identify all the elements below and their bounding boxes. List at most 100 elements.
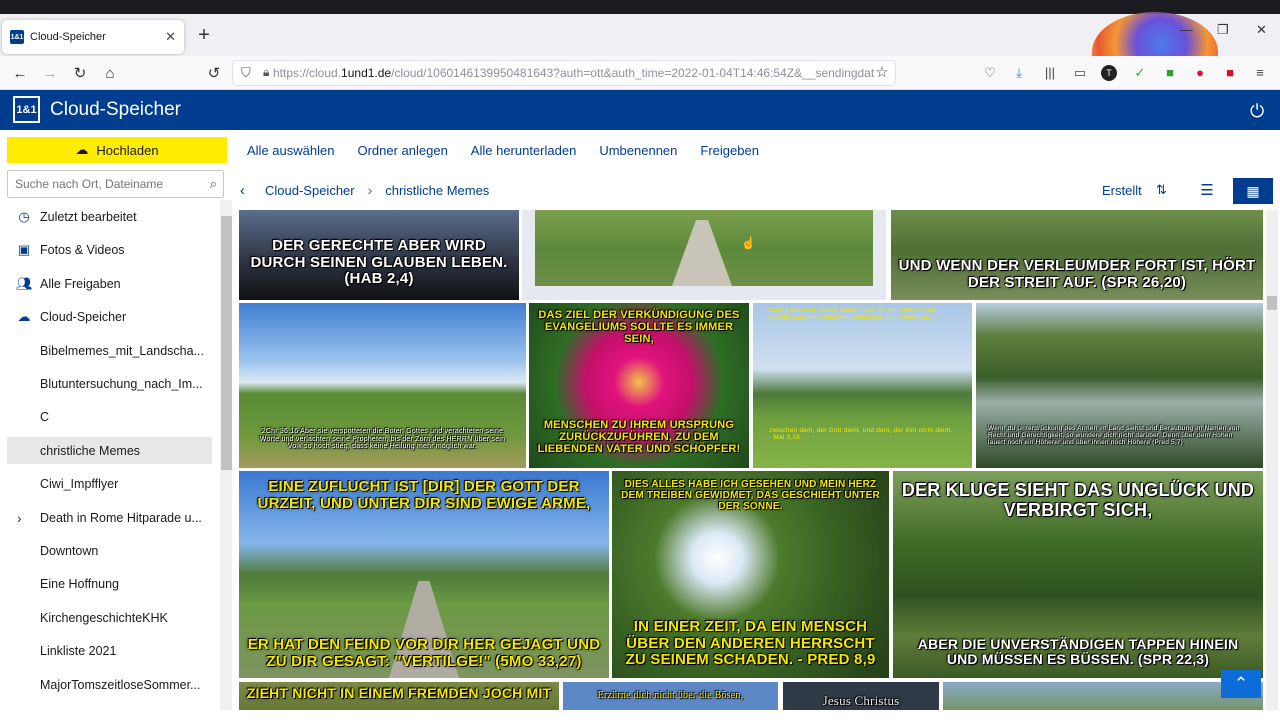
image-thumbnail[interactable]: DER GERECHTE ABER WIRD DURCH SEINEN GLAU… xyxy=(239,210,519,300)
image-thumbnail-selected[interactable] xyxy=(522,210,886,300)
folder-item[interactable]: MajorTomszeitloseSommer... xyxy=(7,671,212,698)
extension-check-icon[interactable]: ✓ xyxy=(1131,65,1149,81)
image-icon: ▣ xyxy=(17,241,31,257)
folder-item[interactable]: Downtown xyxy=(7,537,212,564)
bookmark-star-icon[interactable]: ☆ xyxy=(873,63,891,81)
folder-label: MajorTomszeitloseSommer... xyxy=(40,677,201,692)
folder-label: Linkliste 2021 xyxy=(40,643,117,658)
sort-direction-icon[interactable]: ⇅ xyxy=(1156,182,1167,198)
select-all-button[interactable]: Alle auswählen xyxy=(247,143,334,158)
search-input[interactable] xyxy=(8,171,193,197)
image-thumbnail[interactable]: 2Chr 36,16 Aber sie verspotteten die Bot… xyxy=(239,303,526,468)
extension-red-icon[interactable]: ■ xyxy=(1221,65,1239,81)
close-window-icon[interactable]: ✕ xyxy=(1256,22,1267,38)
image-caption-bottom: ER HAT DEN FEIND VOR DIR HER GEJAGT UND … xyxy=(247,636,601,670)
folder-item[interactable]: Bibelmemes_mit_Landscha... xyxy=(7,337,212,364)
upload-cloud-icon: ☁ xyxy=(75,142,89,157)
image-caption-bottom: IN EINER ZEIT, DA EIN MENSCH ÜBER DEN AN… xyxy=(625,618,876,668)
extension-shield-icon[interactable]: ● xyxy=(1191,65,1209,81)
sidebar-toggle-icon[interactable]: ▭ xyxy=(1071,65,1089,81)
folder-item[interactable]: Blutuntersuchung_nach_Im... xyxy=(7,370,212,397)
folder-label: Downtown xyxy=(40,543,99,558)
url-bar[interactable]: ⛉ 🔒︎ https://cloud.1und1.de/cloud/106014… xyxy=(232,60,896,86)
close-tab-icon[interactable]: ✕ xyxy=(165,29,176,45)
folder-item-expandable[interactable]: › Death in Rome Hitparade u... xyxy=(7,504,212,531)
image-caption: ZIEHT NICHT IN EINEM FREMDEN JOCH MIT xyxy=(246,685,552,701)
search-icon[interactable]: ⌕ xyxy=(210,176,217,192)
folder-item[interactable]: Eine Hoffnung xyxy=(7,570,212,597)
sidebar-item-photos[interactable]: ▣ Fotos & Videos xyxy=(7,236,212,263)
image-caption: 2Chr 36,16 Aber sie verspotteten die Bot… xyxy=(259,428,506,451)
image-thumbnail[interactable] xyxy=(943,682,1263,710)
scroll-to-top-button[interactable]: ⌃ xyxy=(1221,670,1261,698)
brand-logo[interactable]: 1&1 xyxy=(13,96,40,123)
sidebar-item-recent[interactable]: ◷ Zuletzt bearbeitet xyxy=(7,203,212,230)
list-view-icon[interactable]: ☰ xyxy=(1194,180,1220,204)
lock-icon[interactable]: 🔒︎ xyxy=(263,65,269,80)
upload-label: Hochladen xyxy=(96,142,159,158)
maximize-icon[interactable]: ❐ xyxy=(1217,22,1229,38)
browser-tab[interactable]: 1&1 Cloud-Speicher ✕ xyxy=(2,20,184,54)
image-thumbnail[interactable]: DIES ALLES HABE ICH GESEHEN UND MEIN HER… xyxy=(612,471,889,678)
menu-icon[interactable]: ≡ xyxy=(1251,65,1269,81)
sidebar-item-shares[interactable]: 👥︎ Alle Freigaben xyxy=(7,270,212,297)
minimize-icon[interactable]: — xyxy=(1180,22,1193,37)
breadcrumb-current: christliche Memes xyxy=(385,182,490,198)
image-caption: Wenn du Unterdrückung des Armen im Land … xyxy=(988,425,1240,447)
image-thumbnail[interactable]: Dann werdet ihr wieder sehen, was für ei… xyxy=(753,303,972,468)
content-scrollbar[interactable] xyxy=(1266,210,1278,710)
download-icon[interactable]: ⤓ xyxy=(1010,65,1028,81)
image-thumbnail[interactable]: Jesus Christus xyxy=(783,682,939,710)
image-thumbnail[interactable]: DER KLUGE SIEHT DAS UNGLÜCK UND VERBIRGT… xyxy=(893,471,1263,678)
shield-icon[interactable]: ⛉ xyxy=(241,65,251,81)
folder-item[interactable]: Ciwi_Impfflyer xyxy=(7,470,212,497)
rename-button[interactable]: Umbenennen xyxy=(599,143,677,158)
breadcrumb-separator-icon: › xyxy=(367,182,373,198)
sort-label[interactable]: Erstellt xyxy=(1102,183,1142,198)
url-text: https://cloud.1und1.de/cloud/10601461399… xyxy=(273,66,875,80)
sidebar-scrollbar-thumb[interactable] xyxy=(221,216,232,470)
share-button[interactable]: Freigeben xyxy=(700,143,759,158)
upload-button[interactable]: ☁ Hochladen xyxy=(7,137,227,163)
sidebar-item-label: Zuletzt bearbeitet xyxy=(40,209,137,224)
grid-view-icon[interactable]: ▦ xyxy=(1233,178,1273,204)
folder-item-active[interactable]: christliche Memes xyxy=(7,437,212,464)
logout-power-icon[interactable]: ⏻ xyxy=(1250,101,1264,122)
back-icon[interactable]: ← xyxy=(9,62,31,84)
image-caption-bottom: ABER DIE UNVERSTÄNDIGEN TAPPEN HINEIN UN… xyxy=(917,636,1239,668)
image-thumbnail[interactable]: Wenn du Unterdrückung des Armen im Land … xyxy=(976,303,1263,468)
folder-item[interactable]: KirchengeschichteKHK xyxy=(7,604,212,631)
folder-label: christliche Memes xyxy=(40,443,141,458)
folder-item[interactable]: Linkliste 2021 xyxy=(7,637,212,664)
image-thumbnail[interactable]: ZIEHT NICHT IN EINEM FREMDEN JOCH MIT xyxy=(239,682,559,710)
extension-green-icon[interactable]: ■ xyxy=(1161,65,1179,81)
download-all-button[interactable]: Alle herunterladen xyxy=(471,143,577,158)
image-caption: UND WENN DER VERLEUMDER FORT IST, HÖRT D… xyxy=(898,257,1256,291)
sidebar-item-cloud[interactable]: ☁ Cloud-Speicher xyxy=(7,303,212,330)
image-caption: Erzürne dich nicht über die Bösen, xyxy=(597,690,744,701)
library-icon[interactable]: ||| xyxy=(1041,65,1059,81)
folder-item[interactable]: C xyxy=(7,403,212,430)
image-caption-bottom: MENSCHEN ZU IHREM URSPRUNG ZURÜCKZUFÜHRE… xyxy=(537,419,741,456)
new-folder-button[interactable]: Ordner anlegen xyxy=(357,143,447,158)
reload-icon[interactable]: ↻ xyxy=(69,62,91,84)
home-icon[interactable]: ⌂ xyxy=(99,62,121,84)
image-thumbnail[interactable]: UND WENN DER VERLEUMDER FORT IST, HÖRT D… xyxy=(891,210,1263,300)
forward-icon[interactable]: → xyxy=(39,62,61,84)
breadcrumb-root[interactable]: Cloud-Speicher xyxy=(265,183,355,198)
history-icon[interactable]: ↺ xyxy=(203,62,225,84)
new-tab-icon[interactable]: + xyxy=(196,24,212,47)
chevron-right-icon[interactable]: › xyxy=(17,510,22,526)
clock-icon: ◷ xyxy=(18,208,30,224)
sidebar-item-label: Alle Freigaben xyxy=(40,276,121,291)
image-thumbnail[interactable]: DAS ZIEL DER VERKÜNDIGUNG DES EVANGELIUM… xyxy=(529,303,749,468)
back-chevron-icon[interactable]: ‹ xyxy=(240,182,245,199)
extension-t-icon[interactable]: T xyxy=(1101,65,1117,81)
favicon-icon: 1&1 xyxy=(10,30,24,44)
image-thumbnail[interactable]: EINE ZUFLUCHT IST [DIR] DER GOTT DER URZ… xyxy=(239,471,609,678)
search-box: ⌕ xyxy=(7,170,224,198)
image-thumbnail[interactable]: Erzürne dich nicht über die Bösen, xyxy=(563,682,778,710)
pocket-icon[interactable]: ♡ xyxy=(981,65,999,81)
content-scrollbar-thumb[interactable] xyxy=(1267,296,1277,310)
action-toolbar: Alle auswählen Ordner anlegen Alle herun… xyxy=(234,137,769,163)
